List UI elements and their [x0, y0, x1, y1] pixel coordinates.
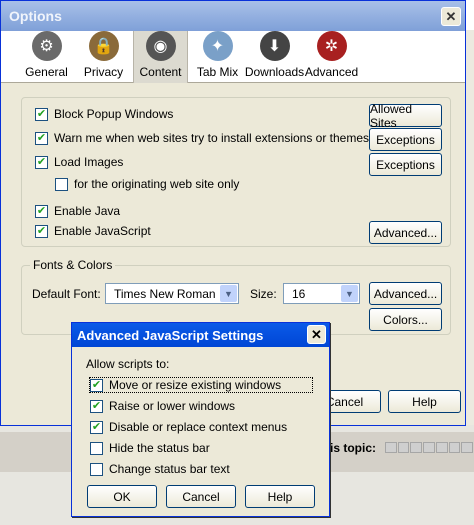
- originating-only-checkbox[interactable]: [55, 177, 68, 191]
- tab-label: Content: [139, 65, 182, 79]
- dialog-cancel-button[interactable]: Cancel: [166, 485, 236, 508]
- options-help-button[interactable]: Help: [388, 390, 461, 413]
- dialog-option-label: Move or resize existing windows: [109, 378, 282, 392]
- dialog-option-row[interactable]: ✔ Raise or lower windows: [90, 399, 235, 413]
- warn-extensions-checkbox[interactable]: ✔: [35, 131, 48, 145]
- fonts-colors-legend: Fonts & Colors: [30, 258, 116, 272]
- advanced-icon: ✲: [316, 31, 347, 61]
- dialog-help-button[interactable]: Help: [245, 485, 315, 508]
- privacy-icon: 🔒: [88, 31, 119, 61]
- warn-extensions-row[interactable]: ✔ Warn me when web sites try to install …: [35, 131, 369, 145]
- tab-privacy[interactable]: 🔒 Privacy: [76, 31, 131, 83]
- enable-javascript-checkbox[interactable]: ✔: [35, 224, 48, 238]
- dialog-option-label: Disable or replace context menus: [109, 420, 288, 434]
- dialog-ok-button[interactable]: OK: [87, 485, 157, 508]
- originating-only-label: for the originating web site only: [74, 177, 240, 191]
- dialog-option-checkbox[interactable]: ✔: [90, 378, 103, 392]
- tab-content[interactable]: ◉ Content: [133, 31, 188, 83]
- block-popups-row[interactable]: ✔ Block Popup Windows: [35, 107, 173, 121]
- tab-downloads[interactable]: ⬇ Downloads: [244, 31, 305, 83]
- background-progress: [385, 442, 474, 453]
- dialog-option-checkbox[interactable]: ✔: [90, 420, 103, 434]
- allowed-sites-button[interactable]: Allowed Sites: [369, 102, 442, 130]
- tab-label: Privacy: [83, 65, 124, 79]
- background-topic-text: is topic:: [330, 441, 377, 455]
- tab-label: Advanced: [304, 65, 359, 79]
- content-group: ✔ Block Popup Windows Allowed Sites ✔ Wa…: [21, 97, 451, 247]
- load-images-label: Load Images: [54, 155, 124, 169]
- chevron-down-icon[interactable]: ▼: [341, 285, 358, 302]
- font-size-value: 16: [292, 286, 306, 301]
- tab-advanced[interactable]: ✲ Advanced: [304, 31, 359, 83]
- dialog-option-row[interactable]: ✔ Disable or replace context menus: [90, 420, 287, 434]
- enable-java-row[interactable]: ✔ Enable Java: [35, 204, 120, 218]
- colors-button[interactable]: Colors...: [369, 308, 442, 331]
- dialog-close-button[interactable]: ✕: [307, 325, 326, 344]
- options-close-button[interactable]: ✕: [441, 7, 461, 26]
- font-size-select[interactable]: 16 ▼: [283, 283, 360, 304]
- dialog-option-label: Raise or lower windows: [109, 399, 236, 413]
- dialog-option-row[interactable]: Hide the status bar: [90, 441, 210, 455]
- chevron-down-icon[interactable]: ▼: [220, 285, 237, 302]
- dialog-option-checkbox[interactable]: [90, 441, 103, 455]
- size-label: Size:: [250, 287, 277, 301]
- advanced-javascript-dialog: Advanced JavaScript Settings ✕ Allow scr…: [71, 322, 330, 517]
- dialog-option-label: Hide the status bar: [109, 441, 210, 455]
- warn-extensions-label: Warn me when web sites try to install ex…: [54, 131, 370, 145]
- dialog-option-row[interactable]: Change status bar text: [90, 462, 230, 476]
- exceptions-extensions-button[interactable]: Exceptions: [369, 128, 442, 151]
- dialog-titlebar[interactable]: Advanced JavaScript Settings: [72, 323, 329, 347]
- tab-label: General: [25, 65, 68, 79]
- options-titlebar[interactable]: Options ✕: [1, 1, 465, 31]
- tab-tab-mix[interactable]: ✦ Tab Mix: [190, 31, 245, 83]
- downloads-icon: ⬇: [259, 31, 290, 61]
- advanced-fonts-button[interactable]: Advanced...: [369, 282, 442, 305]
- enable-java-label: Enable Java: [54, 204, 121, 218]
- dialog-option-checkbox[interactable]: ✔: [90, 399, 103, 413]
- dialog-option-checkbox[interactable]: [90, 462, 103, 476]
- enable-javascript-row[interactable]: ✔ Enable JavaScript: [35, 224, 151, 238]
- dialog-title: Advanced JavaScript Settings: [77, 327, 264, 343]
- general-icon: ⚙: [31, 31, 62, 61]
- block-popups-checkbox[interactable]: ✔: [35, 107, 48, 121]
- enable-java-checkbox[interactable]: ✔: [35, 204, 48, 218]
- tab-general[interactable]: ⚙ General: [19, 31, 74, 83]
- load-images-checkbox[interactable]: ✔: [35, 155, 48, 169]
- exceptions-images-button[interactable]: Exceptions: [369, 153, 442, 176]
- default-font-label: Default Font:: [32, 287, 101, 301]
- advanced-javascript-button[interactable]: Advanced...: [369, 221, 442, 244]
- options-toolbar: ⚙ General 🔒 Privacy ◉ Content ✦ Tab Mix ⬇ Downloa…: [1, 31, 465, 83]
- dialog-option-label: Change status bar text: [109, 462, 230, 476]
- allow-scripts-label: Allow scripts to:: [86, 357, 170, 371]
- tab-mix-icon: ✦: [202, 31, 233, 61]
- options-title: Options: [9, 8, 62, 24]
- originating-only-row[interactable]: for the originating web site only: [55, 177, 239, 191]
- default-font-select[interactable]: Times New Roman ▼: [105, 283, 239, 304]
- tab-label: Downloads: [244, 65, 305, 79]
- load-images-row[interactable]: ✔ Load Images: [35, 155, 123, 169]
- block-popups-label: Block Popup Windows: [54, 107, 174, 121]
- default-font-value: Times New Roman: [114, 286, 216, 301]
- enable-javascript-label: Enable JavaScript: [54, 224, 151, 238]
- content-icon: ◉: [145, 31, 176, 61]
- dialog-option-row[interactable]: ✔ Move or resize existing windows: [89, 377, 313, 393]
- tab-label: Tab Mix: [196, 65, 239, 79]
